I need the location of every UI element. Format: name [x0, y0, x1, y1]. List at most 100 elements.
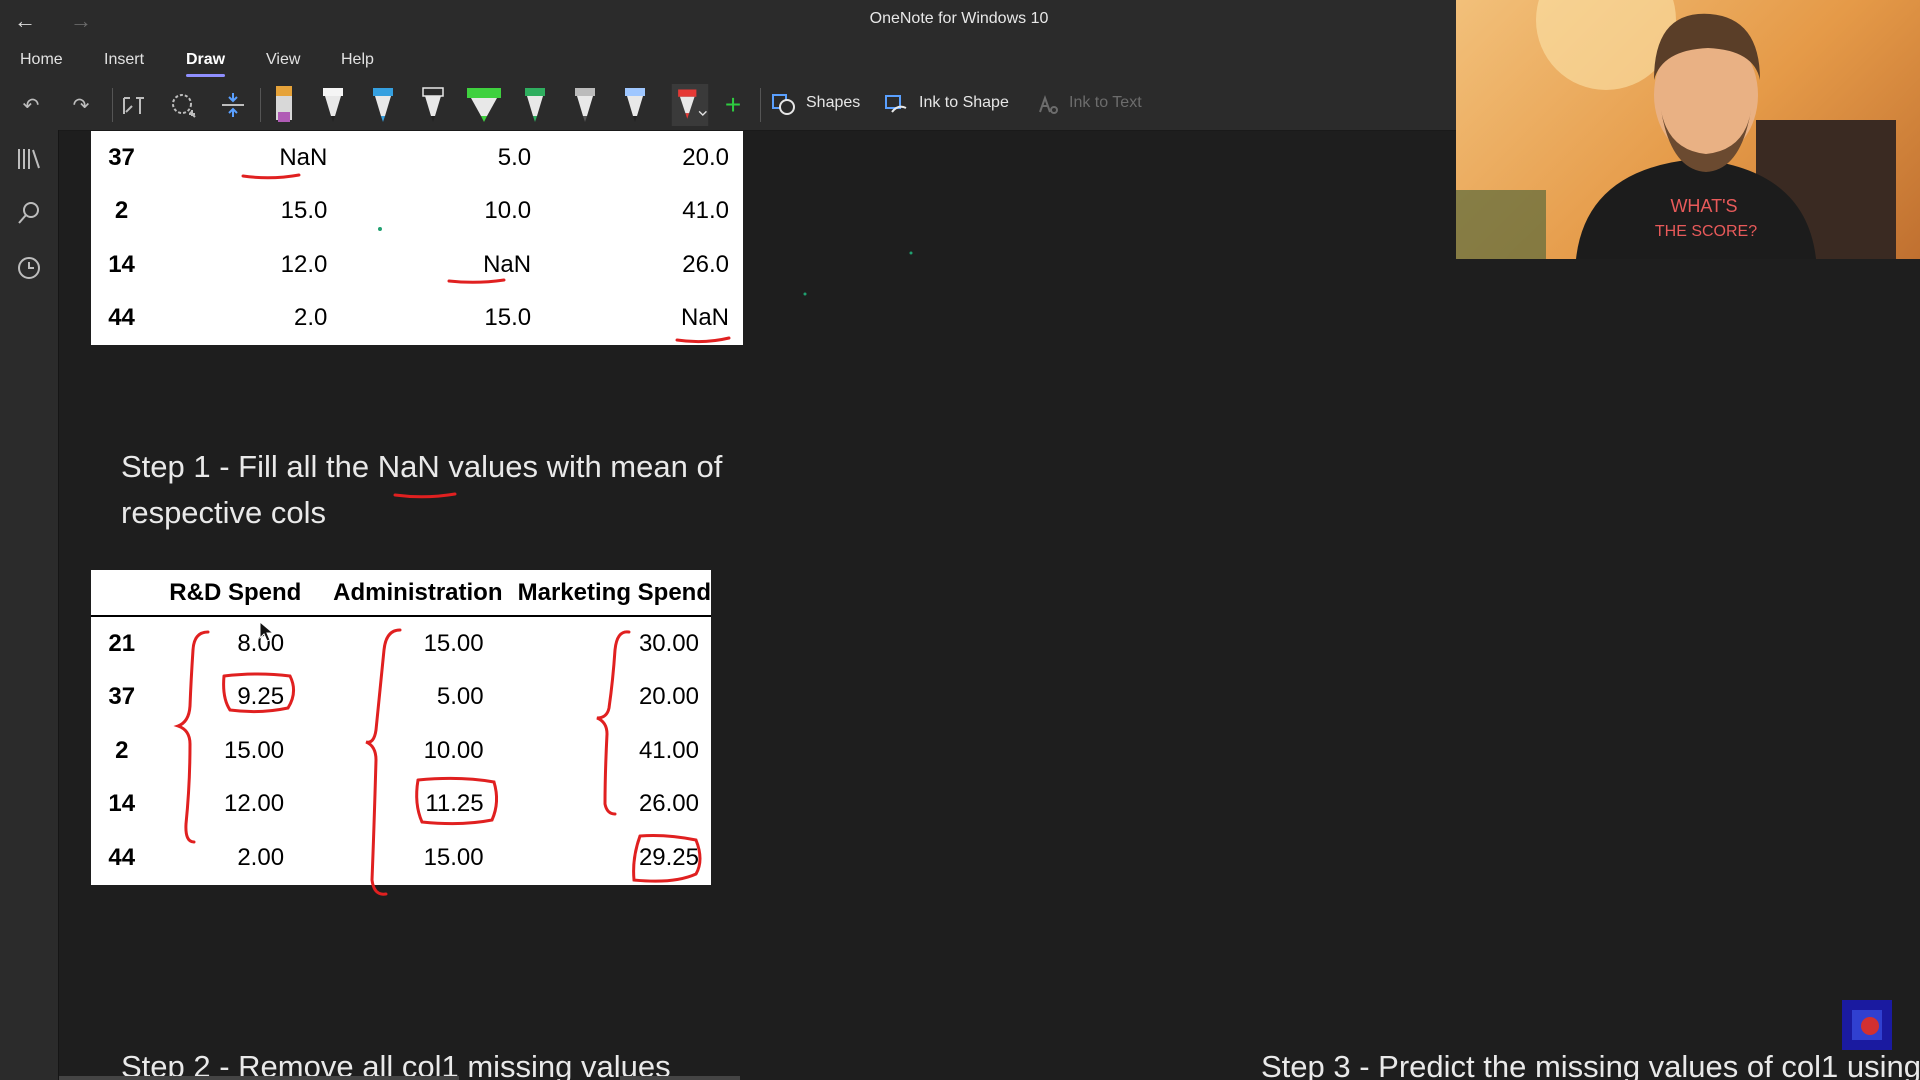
tab-draw[interactable]: Draw: [186, 51, 226, 77]
webcam-overlay: WHAT'S THE SCORE?: [1456, 0, 1920, 259]
table-cell: 2.00: [237, 843, 285, 871]
shirt-text-line2: THE SCORE?: [1655, 223, 1757, 240]
row-index: 2: [115, 736, 129, 764]
pen-blue-icon[interactable]: [370, 84, 396, 126]
column-header: Administration: [318, 570, 518, 617]
row-index: 14: [108, 790, 136, 818]
ink-to-shape-icon[interactable]: [884, 92, 908, 116]
mouse-cursor-icon: [259, 621, 275, 642]
row-index: 14: [108, 250, 135, 278]
note-canvas[interactable]: 37 NaN 5.0 20.0 2 15.0 10.0 41.0 14 12.0…: [59, 131, 1920, 1080]
row-index: 37: [108, 683, 136, 711]
table-cell: 41.0: [682, 197, 729, 225]
table-cell: 8.00: [237, 629, 285, 657]
menu-bar: Home Insert Draw View Help: [0, 42, 1456, 78]
ink-to-shape-button[interactable]: Ink to Shape: [919, 94, 1009, 112]
column-header: Marketing Spend: [517, 570, 711, 617]
column-header: [91, 570, 153, 617]
table-row: 14 12.00 11.25 26.00: [91, 778, 711, 832]
tab-help[interactable]: Help: [341, 51, 374, 69]
table-cell: 10.0: [484, 197, 532, 225]
row-index: 44: [108, 304, 135, 332]
add-pen-icon[interactable]: +: [718, 89, 748, 120]
table-row: 37 9.25 5.00 20.00: [91, 671, 711, 725]
shapes-icon[interactable]: [772, 92, 796, 116]
page-scroll-indicator: [620, 1076, 740, 1080]
table-cell: 15.00: [423, 629, 484, 657]
table-cell: 30.00: [638, 629, 699, 657]
table-row: 21 8.00 15.00 30.00: [91, 616, 711, 671]
toolbar-divider: [260, 88, 261, 122]
pen-silver-icon[interactable]: [572, 84, 598, 126]
highlighter-pen-icon[interactable]: [271, 84, 297, 126]
table-row: 14 12.0 NaN 26.0: [91, 238, 743, 292]
table-cell: 9.25: [237, 683, 285, 711]
toolbar-divider: [112, 88, 113, 122]
step1-text-line1: Step 1 - Fill all the NaN values with me…: [121, 449, 723, 484]
pen-gray-icon[interactable]: [420, 84, 446, 126]
redo-icon[interactable]: ↷: [66, 90, 96, 120]
table-cell: 20.0: [682, 143, 729, 171]
tab-home[interactable]: Home: [20, 51, 63, 69]
table-row: 44 2.0 15.0 NaN: [91, 292, 743, 346]
presenter-video: WHAT'S THE SCORE?: [1456, 0, 1896, 259]
pen-red-selected-icon[interactable]: [670, 84, 710, 126]
pen-green-icon[interactable]: [522, 84, 548, 126]
draw-toolbar: ↶ ↷ + Shapes Ink to Shape Ink to Text: [0, 78, 1456, 131]
dataset-table-with-nan: 37 NaN 5.0 20.0 2 15.0 10.0 41.0 14 12.0…: [91, 131, 743, 345]
channel-logo-icon: [1842, 1000, 1892, 1050]
row-index: 37: [108, 143, 135, 171]
table-cell: 41.00: [638, 736, 699, 764]
table-cell: 15.0: [280, 197, 328, 225]
column-header: R&D Spend: [152, 570, 319, 617]
table-cell: 2.0: [293, 304, 328, 332]
dataset-table-mean-filled: R&D Spend Administration Marketing Spend…: [91, 570, 711, 885]
title-bar: ← → OneNote for Windows 10: [0, 0, 1456, 42]
table-row: 37 NaN 5.0 20.0: [91, 131, 743, 185]
search-icon[interactable]: [16, 200, 42, 226]
table-cell: NaN: [483, 250, 532, 278]
table-cell: NaN: [680, 304, 729, 332]
step1-text-line2: respective cols: [121, 495, 327, 530]
tab-insert[interactable]: Insert: [104, 51, 144, 69]
tab-view[interactable]: View: [266, 51, 300, 69]
table-cell: 10.00: [423, 736, 484, 764]
table-cell: 11.25: [425, 790, 484, 818]
notebooks-icon[interactable]: [16, 146, 42, 172]
table-cell: 12.00: [223, 790, 285, 818]
row-index: 44: [108, 843, 136, 871]
lasso-select-icon[interactable]: [168, 90, 198, 120]
ink-to-text-icon[interactable]: [1036, 92, 1060, 116]
table-row: 2 15.0 10.0 41.0: [91, 185, 743, 239]
table-cell: 5.0: [497, 143, 532, 171]
table-cell: 29.25: [638, 843, 699, 871]
table-cell: 26.0: [682, 250, 729, 278]
table-cell: 5.00: [436, 683, 484, 711]
toolbar-divider: [760, 88, 761, 122]
row-index: 21: [108, 629, 136, 657]
table-row: 2 15.00 10.00 41.00: [91, 724, 711, 778]
step3-text: Step 3 - Predict the missing values of c…: [1261, 1049, 1920, 1080]
pen-green-wide-icon[interactable]: [465, 84, 503, 126]
table-cell: 15.0: [484, 304, 532, 332]
table-cell: 12.0: [280, 250, 328, 278]
row-index: 2: [114, 197, 129, 225]
ink-to-text-button[interactable]: Ink to Text: [1069, 94, 1142, 112]
table-cell: NaN: [279, 143, 328, 171]
left-sidebar: [0, 130, 59, 1080]
table-cell: 20.00: [638, 683, 699, 711]
add-space-icon[interactable]: [218, 90, 248, 120]
table-cell: 26.00: [638, 790, 699, 818]
undo-icon[interactable]: ↶: [16, 90, 46, 120]
pen-light-blue-icon[interactable]: [622, 84, 648, 126]
pen-white-icon[interactable]: [320, 84, 346, 126]
lasso-select-text-icon[interactable]: [118, 90, 148, 120]
table-header-row: R&D Spend Administration Marketing Spend: [91, 570, 711, 617]
shirt-text-line1: WHAT'S: [1670, 196, 1737, 216]
page-scroll-indicator: [59, 1076, 459, 1080]
table-cell: 15.00: [423, 843, 484, 871]
shapes-button[interactable]: Shapes: [806, 94, 860, 112]
recent-icon[interactable]: [16, 255, 42, 281]
table-row: 44 2.00 15.00 29.25: [91, 831, 711, 885]
table-cell: 15.00: [223, 736, 285, 764]
